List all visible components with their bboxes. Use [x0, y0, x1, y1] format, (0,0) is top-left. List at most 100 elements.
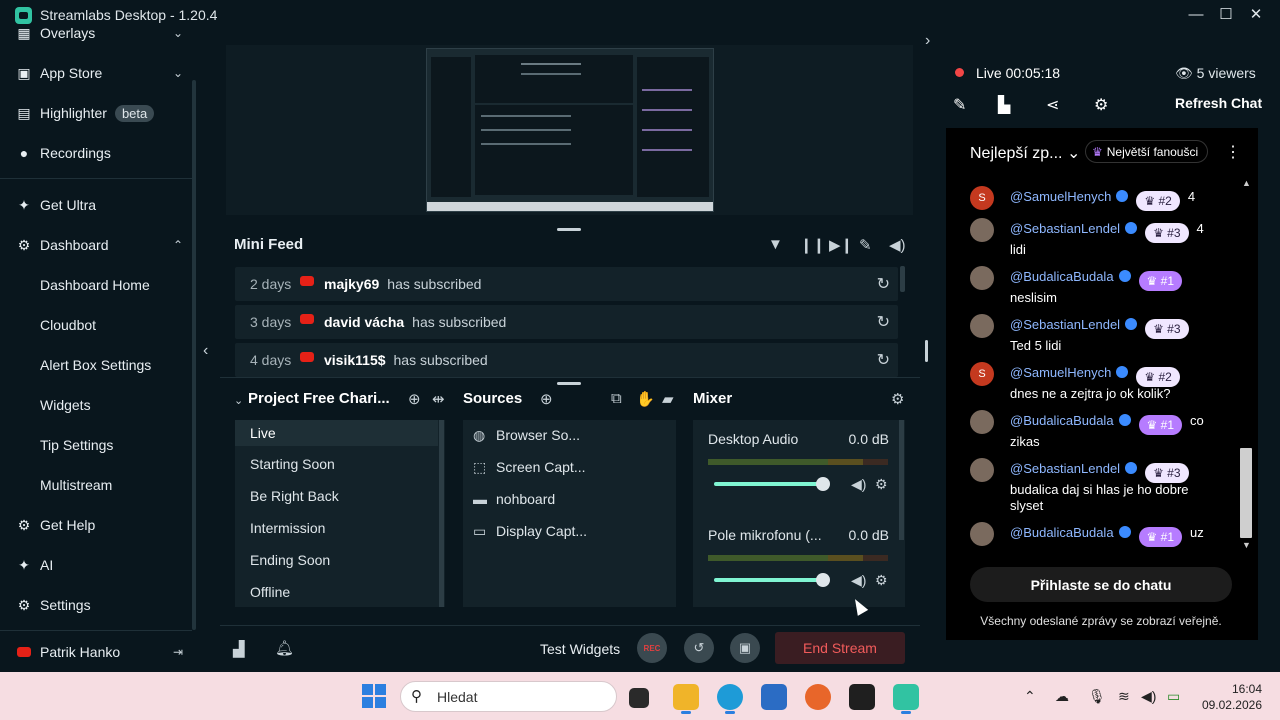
chat-username[interactable]: @SebastianLendel — [1010, 317, 1120, 332]
streamlabs-taskbar-icon[interactable] — [893, 684, 919, 710]
close-button[interactable]: ✕ — [1246, 5, 1266, 25]
sidebar-item-overlays[interactable]: ▦ Overlays ⌄ — [16, 22, 191, 44]
scene-item-ending-soon[interactable]: Ending Soon — [235, 547, 438, 573]
source-item[interactable]: ▬ nohboard — [473, 489, 555, 509]
chat-username[interactable]: @SamuelHenych — [1010, 189, 1111, 204]
mixer-gear-icon[interactable]: ⚙ — [891, 390, 904, 408]
end-stream-button[interactable]: End Stream — [775, 632, 905, 664]
chat-username[interactable]: @BudalicaBudala — [1010, 269, 1114, 284]
speaker-icon[interactable]: ◀) — [851, 572, 866, 589]
sidebar-item-recordings[interactable]: ● Recordings — [16, 142, 191, 164]
scenes-scrollbar[interactable] — [439, 420, 444, 607]
filter-icon[interactable]: ▼ — [768, 236, 783, 253]
collapse-left-icon[interactable]: ‹ — [203, 342, 208, 360]
scene-item-live[interactable]: Live — [235, 420, 438, 446]
feed-scrollbar[interactable] — [900, 266, 905, 292]
file-explorer-icon[interactable] — [673, 684, 699, 710]
schedule-icon[interactable]: ▣ — [730, 633, 760, 663]
top-fans-button[interactable]: ♛ Největší fanoušci — [1085, 140, 1208, 163]
logout-icon[interactable]: ⇥ — [173, 645, 183, 659]
chat-scrollbar[interactable] — [1240, 448, 1252, 538]
sidebar-item-tip-settings[interactable]: Tip Settings — [40, 434, 215, 456]
sidebar-item-get-ultra[interactable]: ✦ Get Ultra — [16, 194, 191, 216]
share-icon[interactable]: ⋖ — [1046, 95, 1059, 115]
source-window-icon[interactable]: ⧉ — [611, 390, 622, 407]
chat-username[interactable]: @SebastianLendel — [1010, 221, 1120, 236]
sidebar-item-highlighter[interactable]: ▤ Highlighter beta — [16, 102, 191, 124]
chevron-down-icon[interactable]: ⌄ — [234, 394, 243, 407]
taskbar-search[interactable]: Hledat — [400, 681, 617, 712]
chat-username[interactable]: @SamuelHenych — [1010, 365, 1111, 380]
sidebar-item-app-store[interactable]: ▣ App Store ⌄ — [16, 62, 191, 84]
volume-icon[interactable]: ◀) — [1141, 688, 1156, 705]
sidebar-item-alert-box-settings[interactable]: Alert Box Settings — [40, 354, 215, 376]
scroll-up-icon[interactable]: ▲ — [1242, 178, 1251, 188]
source-hand-icon[interactable]: ✋ — [636, 390, 655, 408]
resize-handle[interactable] — [557, 228, 581, 231]
windows-start-icon[interactable] — [362, 684, 386, 708]
replay-icon[interactable]: ↻ — [877, 274, 890, 294]
sidebar-item-widgets[interactable]: Widgets — [40, 394, 215, 416]
test-widgets-button[interactable]: Test Widgets — [540, 641, 620, 657]
sidebar-item-dashboard[interactable]: ⚙ Dashboard ⌃ — [16, 234, 191, 256]
source-item[interactable]: ◍ Browser So... — [473, 425, 580, 445]
sidebar-item-get-help[interactable]: ⚙ Get Help — [16, 514, 191, 536]
refresh-chat-button[interactable]: Refresh Chat — [1175, 95, 1262, 111]
camera-icon[interactable]: ▙ — [998, 95, 1010, 115]
scene-item-be-right-back[interactable]: Be Right Back — [235, 483, 438, 509]
replay-icon[interactable]: ↻ — [877, 312, 890, 332]
sidebar-item-dashboard-home[interactable]: Dashboard Home — [40, 274, 215, 296]
maximize-button[interactable]: ☐ — [1216, 5, 1236, 25]
rec-button[interactable]: REC — [637, 633, 667, 663]
chat-username[interactable]: @BudalicaBudala — [1010, 413, 1114, 428]
more-options-icon[interactable]: ⋮ — [1225, 142, 1241, 162]
wifi-icon[interactable]: ≋ — [1118, 688, 1130, 705]
scene-item-intermission[interactable]: Intermission — [235, 515, 438, 541]
sidebar-item-settings[interactable]: ⚙ Settings — [16, 594, 191, 616]
channel-gear-icon[interactable]: ⚙ — [875, 572, 888, 589]
dropbox-icon[interactable] — [849, 684, 875, 710]
resize-handle[interactable] — [925, 340, 928, 362]
battery-icon[interactable]: ▭ — [1167, 688, 1180, 705]
edge-icon[interactable] — [717, 684, 743, 710]
resize-handle[interactable] — [557, 382, 581, 385]
tray-chevron-up-icon[interactable]: ⌃ — [1024, 688, 1036, 705]
add-source-icon[interactable]: ⊕ — [540, 390, 553, 408]
task-view-icon[interactable] — [629, 688, 649, 708]
speaker-icon[interactable]: ◀) — [851, 476, 866, 493]
store-icon[interactable] — [761, 684, 787, 710]
mixer-scrollbar[interactable] — [899, 420, 904, 540]
volume-slider[interactable] — [714, 482, 824, 486]
add-scene-icon[interactable]: ⊕ — [408, 390, 421, 408]
scene-item-starting-soon[interactable]: Starting Soon — [235, 451, 438, 477]
microphone-icon[interactable]: 🎙︎ — [1088, 688, 1106, 705]
chat-username[interactable]: @SebastianLendel — [1010, 461, 1120, 476]
volume-knob[interactable] — [816, 477, 830, 491]
scroll-down-icon[interactable]: ▼ — [1242, 540, 1251, 550]
volume-icon[interactable]: ◀) — [889, 236, 906, 254]
sidebar-item-multistream[interactable]: Multistream — [40, 474, 215, 496]
volume-slider[interactable] — [714, 578, 824, 582]
bell-icon[interactable]: 🔔︎ — [275, 639, 294, 657]
skip-icon[interactable]: ▶❙ — [829, 236, 853, 254]
stats-icon[interactable]: ▟ — [233, 640, 245, 658]
transitions-icon[interactable]: ⇹ — [432, 390, 445, 408]
edit-icon[interactable]: ✎ — [953, 95, 966, 115]
replay-buffer-icon[interactable]: ↺ — [684, 633, 714, 663]
chat-sort-dropdown[interactable]: Nejlepší zp... ⌄ — [970, 143, 1080, 163]
scene-item-offline[interactable]: Offline — [235, 579, 438, 605]
chat-username[interactable]: @BudalicaBudala — [1010, 525, 1114, 540]
collapse-right-icon[interactable]: › — [925, 32, 930, 50]
sidebar-item-ai[interactable]: ✦ AI — [16, 554, 191, 576]
source-item[interactable]: ▭ Display Capt... — [473, 521, 587, 541]
scenes-title[interactable]: Project Free Chari... — [248, 390, 390, 407]
sidebar-scrollbar[interactable] — [192, 80, 196, 630]
sidebar-user[interactable]: Patrik Hanko ⇥ — [16, 641, 191, 663]
chat-login-button[interactable]: Přihlaste se do chatu — [970, 567, 1232, 602]
channel-gear-icon[interactable]: ⚙ — [875, 476, 888, 493]
pause-icon[interactable]: ❙❙ — [800, 236, 825, 254]
firefox-icon[interactable] — [805, 684, 831, 710]
volume-knob[interactable] — [816, 573, 830, 587]
mute-alerts-icon[interactable]: ✎ — [859, 236, 872, 254]
source-item[interactable]: ⬚ Screen Capt... — [473, 457, 586, 477]
